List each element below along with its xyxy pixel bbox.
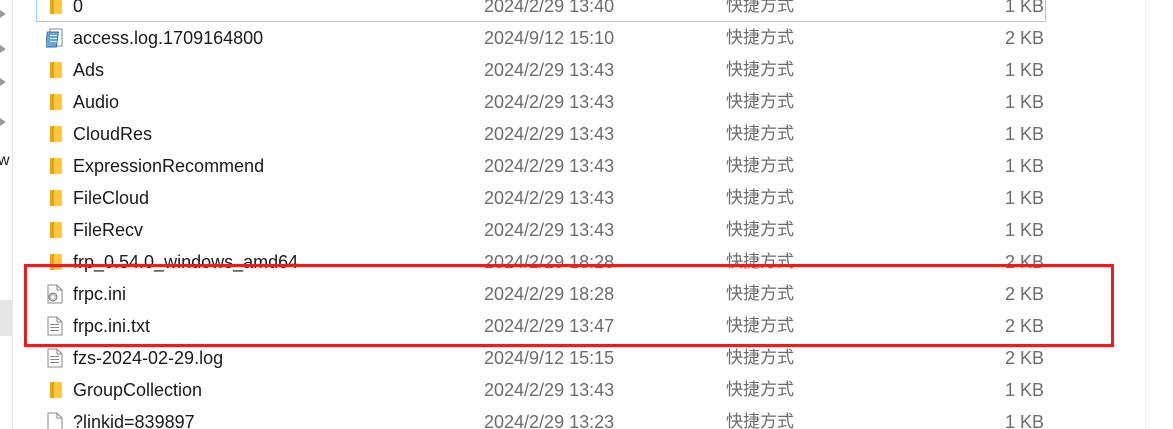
file-row[interactable]: GroupCollection 2024/2/29 13:43 快捷方式 1 KB bbox=[36, 374, 1046, 406]
file-type: 快捷方式 bbox=[726, 220, 794, 240]
file-size: 1 KB bbox=[1004, 412, 1044, 429]
folder-icon bbox=[46, 380, 64, 400]
file-size: 2 KB bbox=[1004, 348, 1044, 368]
expand-arrow-icon[interactable] bbox=[0, 118, 6, 126]
file-row[interactable]: frpc.ini 2024/2/29 18:28 快捷方式 2 KB bbox=[36, 278, 1046, 310]
file-type: 快捷方式 bbox=[726, 316, 794, 336]
file-size: 2 KB bbox=[1004, 316, 1044, 336]
file-date-modified: 2024/2/29 13:43 bbox=[484, 380, 615, 400]
folder-icon bbox=[46, 0, 64, 16]
file-name: frpc.ini.txt bbox=[73, 316, 151, 336]
file-row[interactable]: FileRecv 2024/2/29 13:43 快捷方式 1 KB bbox=[36, 214, 1046, 246]
blank-file-icon bbox=[46, 412, 64, 429]
file-type: 快捷方式 bbox=[726, 60, 794, 80]
file-type: 快捷方式 bbox=[726, 412, 794, 429]
file-date-modified: 2024/2/29 13:43 bbox=[484, 124, 615, 144]
folder-icon bbox=[46, 220, 64, 240]
file-name: CloudRes bbox=[73, 124, 153, 144]
file-name: access.log.1709164800 bbox=[73, 28, 264, 48]
file-type: 快捷方式 bbox=[726, 380, 794, 400]
file-name: frp_0.54.0_windows_amd64 bbox=[73, 252, 299, 272]
file-name: FileCloud bbox=[73, 188, 150, 208]
folder-icon bbox=[46, 156, 64, 176]
file-date-modified: 2024/9/12 15:15 bbox=[484, 348, 615, 368]
file-size: 2 KB bbox=[1004, 252, 1044, 272]
file-type: 快捷方式 bbox=[726, 28, 794, 48]
file-row[interactable]: CloudRes 2024/2/29 13:43 快捷方式 1 KB bbox=[36, 118, 1046, 150]
file-row[interactable]: Audio 2024/2/29 13:43 快捷方式 1 KB bbox=[36, 86, 1046, 118]
file-size: 2 KB bbox=[1004, 284, 1044, 304]
file-date-modified: 2024/2/29 13:40 bbox=[484, 0, 615, 16]
expand-arrow-icon[interactable] bbox=[0, 78, 6, 86]
file-row[interactable]: access.log.1709164800 2024/9/12 15:10 快捷方式… bbox=[36, 22, 1046, 54]
folder-icon bbox=[46, 92, 64, 112]
file-name: frpc.ini bbox=[73, 284, 127, 304]
file-date-modified: 2024/2/29 13:23 bbox=[484, 412, 615, 429]
file-explorer-window: w 0 2024/2/29 13:40 快捷方式 1 KB access.log.170… bbox=[0, 0, 1173, 429]
folder-icon bbox=[46, 252, 64, 272]
folder-icon bbox=[46, 188, 64, 208]
file-row[interactable]: fzs-2024-02-29.log 2024/9/12 15:15 快捷方式 2 K… bbox=[36, 342, 1046, 374]
nav-selected-item[interactable] bbox=[0, 300, 12, 336]
file-name: Ads bbox=[73, 60, 105, 80]
file-row[interactable]: frpc.ini.txt 2024/2/29 13:47 快捷方式 2 KB bbox=[36, 310, 1046, 342]
vertical-scrollbar[interactable] bbox=[1145, 0, 1173, 429]
file-type: 快捷方式 bbox=[726, 156, 794, 176]
file-date-modified: 2024/2/29 13:43 bbox=[484, 156, 615, 176]
file-size: 1 KB bbox=[1004, 124, 1044, 144]
file-type: 快捷方式 bbox=[726, 92, 794, 112]
file-size: 1 KB bbox=[1004, 220, 1044, 240]
text-file-icon bbox=[46, 348, 64, 368]
file-date-modified: 2024/2/29 13:43 bbox=[484, 220, 615, 240]
file-size: 1 KB bbox=[1004, 188, 1044, 208]
file-row[interactable]: Ads 2024/2/29 13:43 快捷方式 1 KB bbox=[36, 54, 1046, 86]
file-date-modified: 2024/2/29 18:28 bbox=[484, 284, 615, 304]
file-size: 1 KB bbox=[1004, 92, 1044, 112]
file-row[interactable]: ExpressionRecommend 2024/2/29 13:43 快捷方式 1 … bbox=[36, 150, 1046, 182]
file-row[interactable]: 0 2024/2/29 13:40 快捷方式 1 KB bbox=[36, 0, 1046, 22]
file-row[interactable]: frp_0.54.0_windows_amd64 2024/2/29 18:28 快… bbox=[36, 246, 1046, 278]
file-date-modified: 2024/9/12 15:10 bbox=[484, 28, 615, 48]
expand-arrow-icon[interactable] bbox=[0, 45, 6, 53]
pane-divider[interactable] bbox=[12, 0, 13, 429]
file-type: 快捷方式 bbox=[726, 252, 794, 272]
file-name: fzs-2024-02-29.log bbox=[73, 348, 224, 368]
expand-arrow-icon[interactable] bbox=[0, 10, 6, 18]
file-type: 快捷方式 bbox=[726, 124, 794, 144]
file-type: 快捷方式 bbox=[726, 188, 794, 208]
file-size: 1 KB bbox=[1004, 60, 1044, 80]
file-name: FileRecv bbox=[73, 220, 144, 240]
file-date-modified: 2024/2/29 18:28 bbox=[484, 252, 615, 272]
folder-icon bbox=[46, 124, 64, 144]
file-name: 0 bbox=[73, 0, 84, 16]
file-name: Audio bbox=[73, 92, 120, 112]
log-file-icon bbox=[44, 28, 64, 48]
text-file-icon bbox=[46, 316, 64, 336]
folder-icon bbox=[46, 60, 64, 80]
file-type: 快捷方式 bbox=[726, 284, 794, 304]
file-date-modified: 2024/2/29 13:43 bbox=[484, 92, 615, 112]
file-name: ExpressionRecommend bbox=[73, 156, 265, 176]
navigation-pane: w bbox=[0, 0, 12, 429]
file-size: 1 KB bbox=[1004, 0, 1044, 16]
file-row[interactable]: ?linkid=839897 2024/2/29 13:23 快捷方式 1 KB bbox=[36, 406, 1046, 429]
file-type: 快捷方式 bbox=[726, 0, 794, 16]
scrollbar-track bbox=[1145, 0, 1146, 429]
file-date-modified: 2024/2/29 13:47 bbox=[484, 316, 615, 336]
file-size: 2 KB bbox=[1004, 28, 1044, 48]
file-size: 1 KB bbox=[1004, 156, 1044, 176]
settings-file-icon bbox=[46, 284, 64, 304]
file-list: 0 2024/2/29 13:40 快捷方式 1 KB access.log.17091… bbox=[36, 0, 1046, 429]
file-date-modified: 2024/2/29 13:43 bbox=[484, 60, 615, 80]
file-name: GroupCollection bbox=[73, 380, 203, 400]
file-type: 快捷方式 bbox=[726, 348, 794, 368]
file-row[interactable]: FileCloud 2024/2/29 13:43 快捷方式 1 KB bbox=[36, 182, 1046, 214]
nav-item-label[interactable]: w bbox=[0, 152, 10, 170]
file-name: ?linkid=839897 bbox=[73, 412, 195, 429]
file-size: 1 KB bbox=[1004, 380, 1044, 400]
file-date-modified: 2024/2/29 13:43 bbox=[484, 188, 615, 208]
